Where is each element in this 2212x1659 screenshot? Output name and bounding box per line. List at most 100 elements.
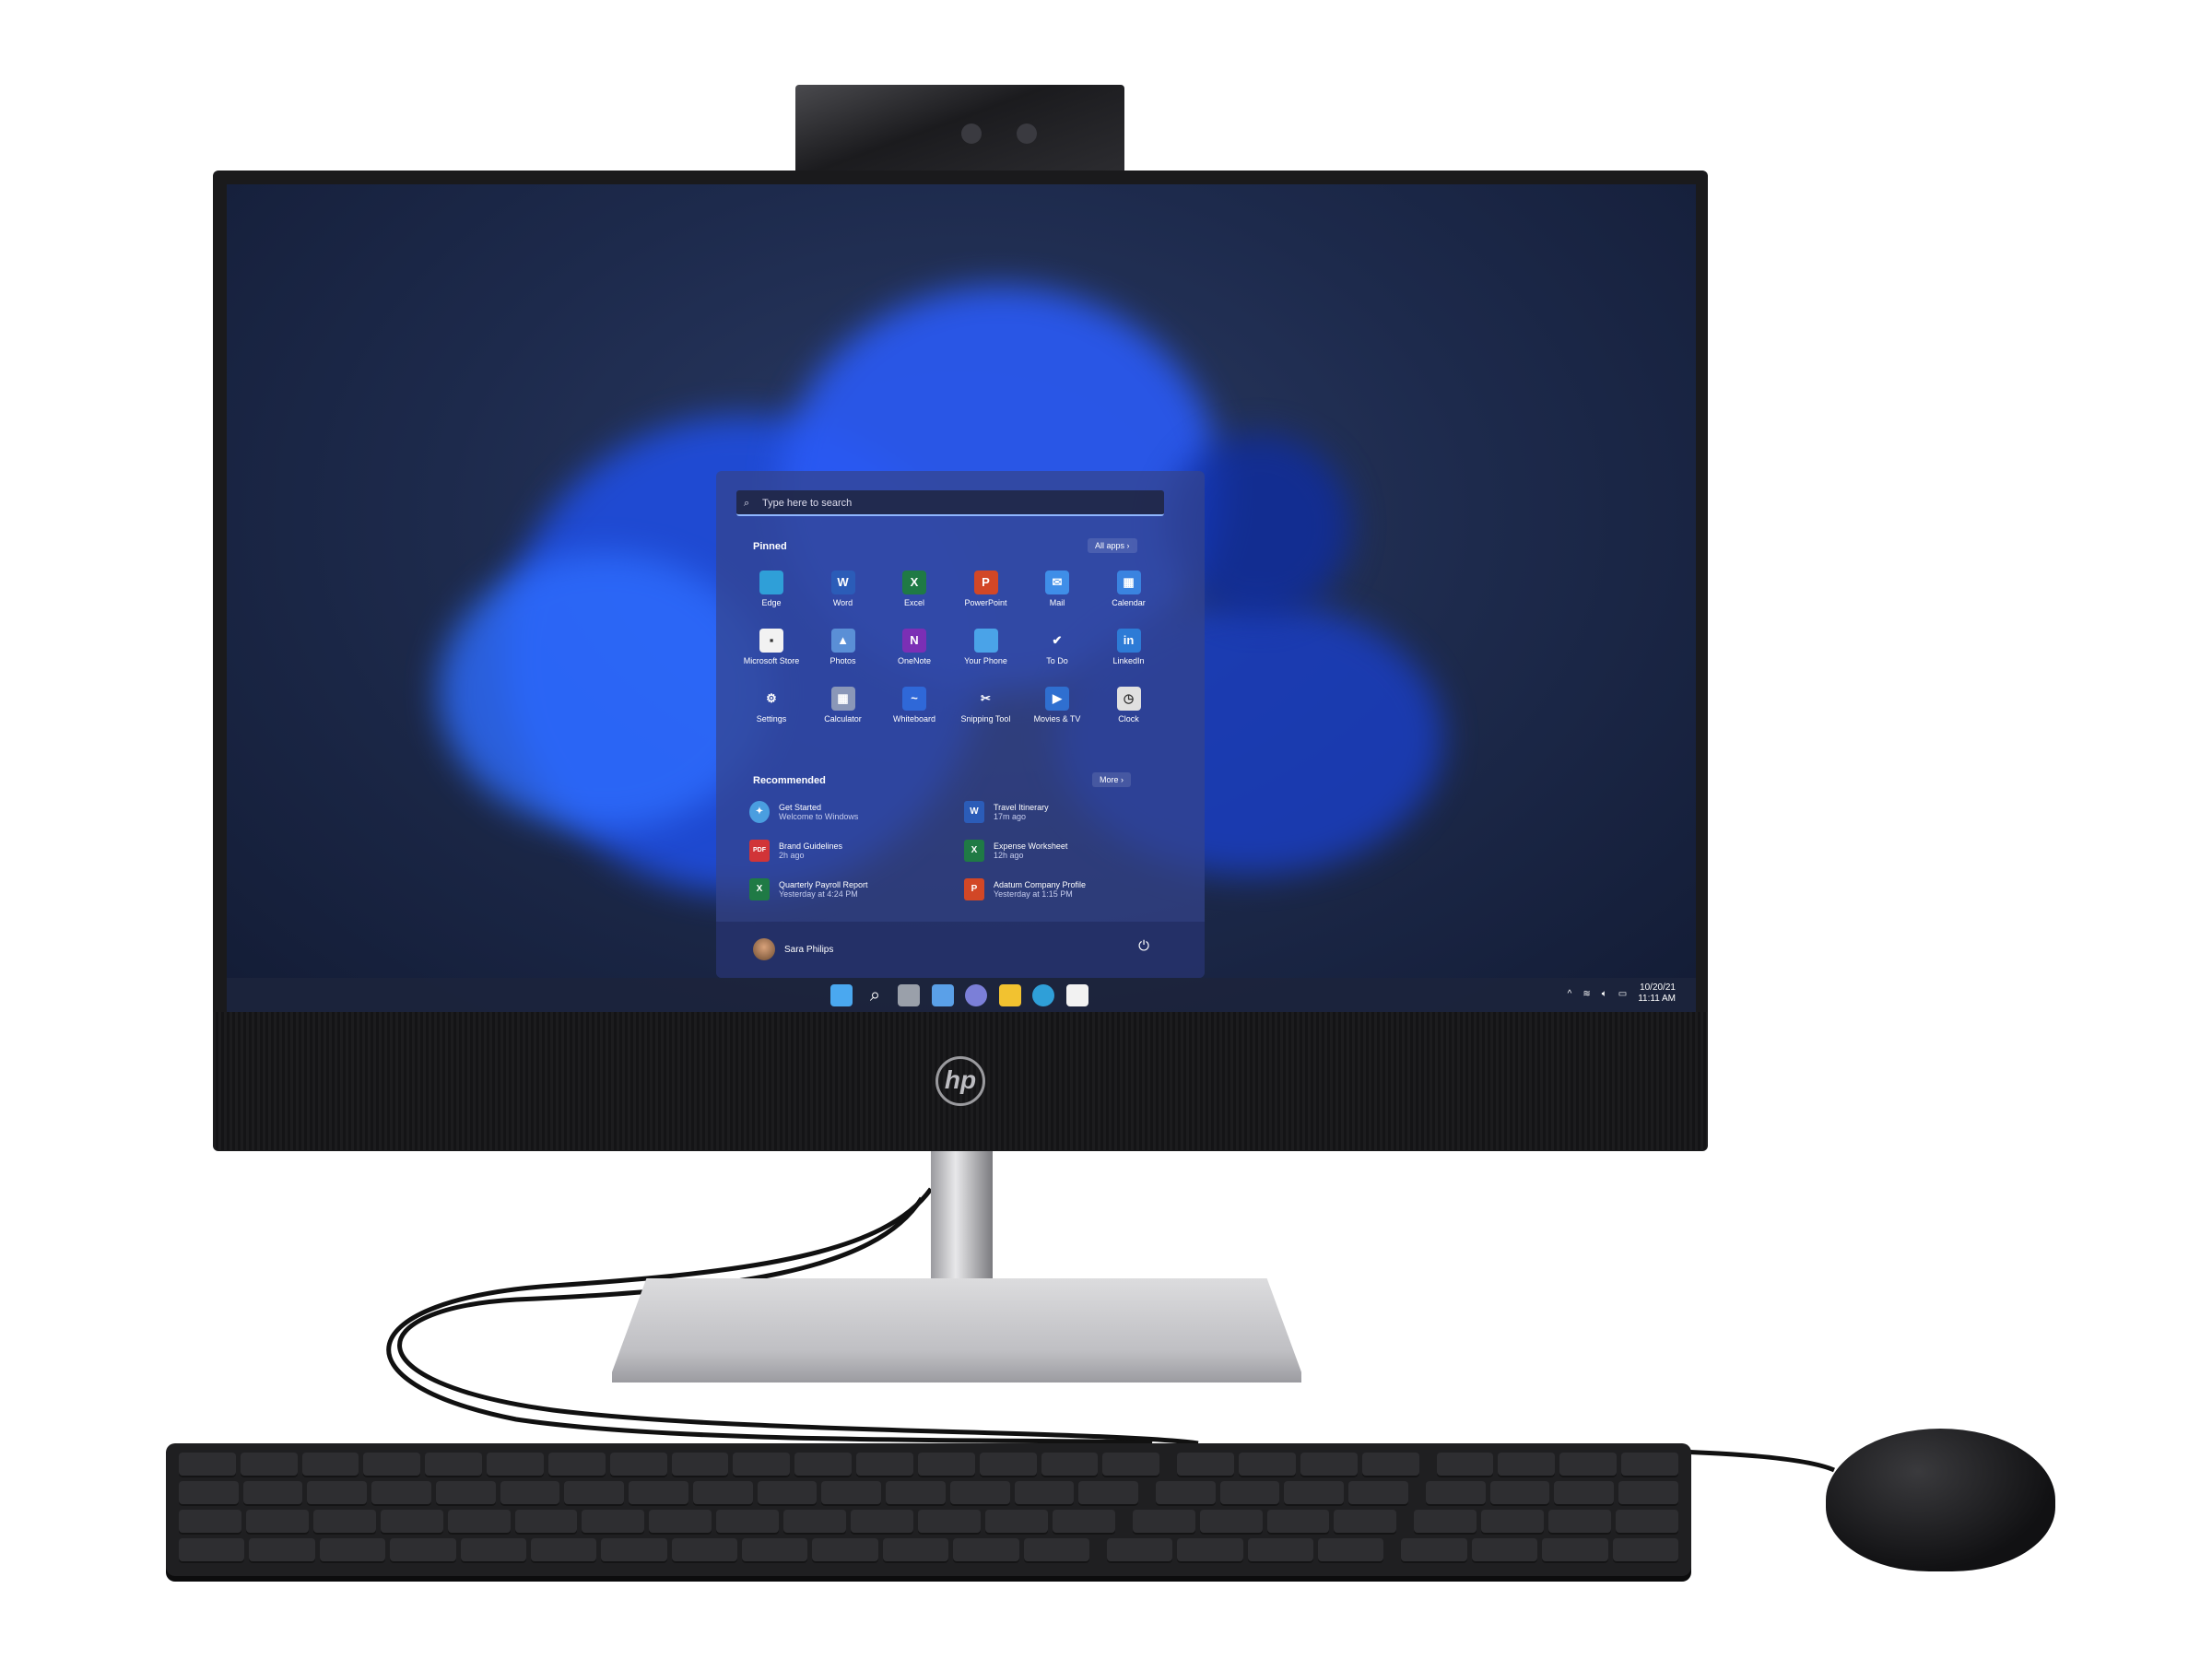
key[interactable] <box>953 1538 1019 1563</box>
key[interactable] <box>547 1453 606 1477</box>
key[interactable] <box>1300 1453 1358 1477</box>
pinned-app[interactable]: ▲ Photos <box>807 629 879 665</box>
task-view-icon[interactable] <box>898 984 920 1006</box>
key[interactable] <box>245 1510 309 1535</box>
battery-icon[interactable]: ▭ <box>1618 989 1627 999</box>
key[interactable] <box>856 1453 913 1477</box>
key[interactable] <box>609 1453 667 1477</box>
key[interactable] <box>1559 1453 1618 1477</box>
key[interactable] <box>716 1510 780 1535</box>
key[interactable] <box>757 1481 818 1506</box>
pinned-app[interactable]: ▦ Calendar <box>1093 571 1165 607</box>
key[interactable] <box>1425 1481 1486 1506</box>
key[interactable] <box>1023 1538 1089 1563</box>
key[interactable] <box>733 1453 791 1477</box>
key[interactable] <box>1219 1481 1280 1506</box>
pinned-app[interactable]: ~ Whiteboard <box>878 687 950 724</box>
pinned-app[interactable]: Your Phone <box>950 629 1022 665</box>
key[interactable] <box>1414 1510 1477 1535</box>
key[interactable] <box>812 1538 878 1563</box>
pinned-app[interactable]: ▶ Movies & TV <box>1021 687 1093 724</box>
clock[interactable]: 10/20/21 11:11 AM <box>1638 982 1676 1005</box>
pinned-app[interactable]: P PowerPoint <box>950 571 1022 607</box>
key[interactable] <box>564 1481 625 1506</box>
key[interactable] <box>240 1453 298 1477</box>
more-button[interactable]: More › <box>1092 772 1132 787</box>
key[interactable] <box>447 1510 511 1535</box>
pinned-app[interactable]: ✂ Snipping Tool <box>950 687 1022 724</box>
all-apps-button[interactable]: All apps › <box>1088 538 1137 553</box>
user-button[interactable]: Sara Philips <box>753 938 833 960</box>
key[interactable] <box>1247 1538 1313 1563</box>
key[interactable] <box>1334 1510 1397 1535</box>
key[interactable] <box>742 1538 808 1563</box>
key[interactable] <box>1348 1481 1408 1506</box>
key[interactable] <box>1471 1538 1538 1563</box>
key[interactable] <box>794 1453 853 1477</box>
pinned-app[interactable]: W Word <box>807 571 879 607</box>
key[interactable] <box>1199 1510 1263 1535</box>
key[interactable] <box>1618 1481 1678 1506</box>
key[interactable] <box>984 1510 1048 1535</box>
key[interactable] <box>1318 1538 1384 1563</box>
recommended-item[interactable]: PDF Brand Guidelines 2h ago <box>749 840 842 862</box>
wifi-icon[interactable]: ≋ <box>1583 989 1590 999</box>
key[interactable] <box>601 1538 667 1563</box>
key[interactable] <box>1132 1510 1195 1535</box>
key[interactable] <box>949 1481 1010 1506</box>
key[interactable] <box>851 1510 913 1535</box>
key[interactable] <box>242 1481 303 1506</box>
key[interactable] <box>1548 1510 1612 1535</box>
key[interactable] <box>390 1538 456 1563</box>
key[interactable] <box>301 1453 359 1477</box>
key[interactable] <box>514 1510 578 1535</box>
key[interactable] <box>1266 1510 1330 1535</box>
pinned-app[interactable]: ✉ Mail <box>1021 571 1093 607</box>
key[interactable] <box>435 1481 496 1506</box>
key[interactable] <box>179 1538 245 1563</box>
pinned-app[interactable]: in LinkedIn <box>1093 629 1165 665</box>
key[interactable] <box>979 1453 1037 1477</box>
pinned-app[interactable]: X Excel <box>878 571 950 607</box>
key[interactable] <box>1156 1481 1216 1506</box>
recommended-item[interactable]: W Travel Itinerary 17m ago <box>964 801 1049 823</box>
key[interactable] <box>312 1510 376 1535</box>
key[interactable] <box>582 1510 645 1535</box>
key[interactable] <box>886 1481 946 1506</box>
key[interactable] <box>1102 1453 1160 1477</box>
key[interactable] <box>1052 1510 1115 1535</box>
key[interactable] <box>1542 1538 1608 1563</box>
key[interactable] <box>319 1538 386 1563</box>
key[interactable] <box>179 1453 236 1477</box>
key[interactable] <box>1498 1453 1556 1477</box>
pinned-app[interactable]: Edge <box>735 571 807 607</box>
pinned-app[interactable]: ▦ Calculator <box>807 687 879 724</box>
key[interactable] <box>530 1538 597 1563</box>
key[interactable] <box>629 1481 688 1506</box>
pinned-app[interactable]: N OneNote <box>878 629 950 665</box>
key[interactable] <box>1177 1453 1235 1477</box>
key[interactable] <box>783 1510 847 1535</box>
key[interactable] <box>380 1510 443 1535</box>
key[interactable] <box>671 1453 729 1477</box>
key[interactable] <box>249 1538 315 1563</box>
recommended-item[interactable]: X Expense Worksheet 12h ago <box>964 840 1067 862</box>
key[interactable] <box>1239 1453 1296 1477</box>
key[interactable] <box>1436 1453 1494 1477</box>
key[interactable] <box>425 1453 483 1477</box>
key[interactable] <box>917 1510 981 1535</box>
pinned-app[interactable]: ◷ Clock <box>1093 687 1165 724</box>
recommended-item[interactable]: X Quarterly Payroll Report Yesterday at 4:… <box>749 878 868 900</box>
power-icon[interactable]: ⏻ <box>1138 938 1149 954</box>
key[interactable] <box>487 1453 544 1477</box>
search-input[interactable]: ⌕ Type here to search <box>736 490 1164 516</box>
key[interactable] <box>649 1510 712 1535</box>
key[interactable] <box>1014 1481 1075 1506</box>
key[interactable] <box>1041 1453 1099 1477</box>
key[interactable] <box>179 1510 241 1535</box>
edge-icon[interactable] <box>1032 984 1054 1006</box>
key[interactable] <box>1078 1481 1139 1506</box>
volume-icon[interactable]: 🔈︎ <box>1602 989 1607 999</box>
pinned-app[interactable]: ⚙ Settings <box>735 687 807 724</box>
key[interactable] <box>821 1481 882 1506</box>
